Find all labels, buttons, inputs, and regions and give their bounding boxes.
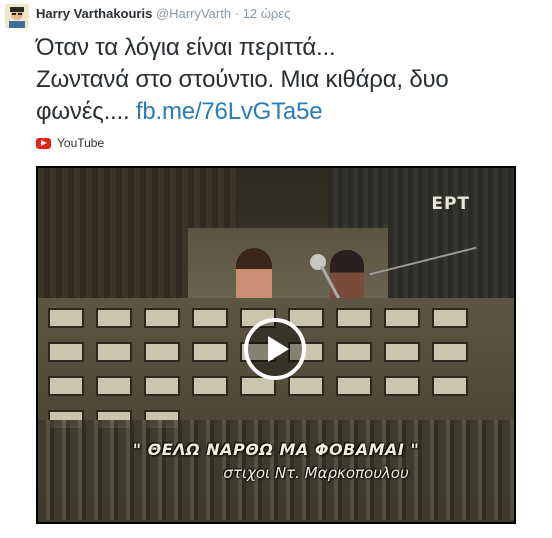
play-icon[interactable]	[244, 318, 306, 380]
vu-meter	[48, 308, 84, 328]
vu-meter	[432, 376, 468, 396]
avatar[interactable]	[5, 4, 29, 28]
vu-meter	[192, 342, 228, 362]
performer-left	[236, 248, 272, 300]
separator: ·	[234, 6, 240, 21]
vu-meter	[144, 342, 180, 362]
vu-meter	[96, 308, 132, 328]
youtube-icon	[36, 137, 51, 149]
video-player[interactable]: ΕΡΤ " ΘΕΛΩ ΝΑΡΘΩ ΜΑ ΦΟΒΑΜΑΙ " στιχοι Ντ.…	[36, 166, 516, 524]
timestamp[interactable]: 12 ώρες	[243, 6, 291, 21]
vu-meter	[48, 376, 84, 396]
vu-meter	[192, 376, 228, 396]
tweet-text-line-2: Ζωντανά στο στούντιο. Μια κιθάρα, δυο	[36, 66, 449, 93]
vu-meter	[288, 376, 324, 396]
vu-meter	[384, 376, 420, 396]
tweet-text-line-3-text: φωνές....	[36, 98, 130, 125]
video-caption-title: " ΘΕΛΩ ΝΑΡΘΩ ΜΑ ΦΟΒΑΜΑΙ "	[132, 440, 420, 459]
video-caption-credits: στιχοι Ντ. Μαρκοπουλου	[223, 464, 409, 482]
tweet-link[interactable]: fb.me/76LvGTa5e	[136, 98, 323, 125]
vu-meter	[384, 308, 420, 328]
vu-meter	[384, 342, 420, 362]
vu-meter	[48, 342, 84, 362]
vu-meter	[336, 342, 372, 362]
channel-watermark: ΕΡΤ	[431, 194, 470, 214]
tweet-header: Harry Varthakouris @HarryVarth · 12 ώρες	[36, 6, 290, 21]
card-source-label[interactable]: YouTube	[57, 136, 104, 150]
vu-meter	[144, 308, 180, 328]
tweet-text-line-3: φωνές.... fb.me/76LvGTa5e	[36, 96, 546, 128]
vu-meter	[144, 376, 180, 396]
tweet-text: Όταν τα λόγια είναι περιττά... Ζωντανά σ…	[36, 32, 546, 128]
vu-meter	[96, 376, 132, 396]
author-name[interactable]: Harry Varthakouris	[36, 6, 152, 21]
vu-meter	[432, 342, 468, 362]
vu-meter	[336, 308, 372, 328]
tweet-text-line-1: Όταν τα λόγια είναι περιττά...	[36, 34, 336, 61]
card-source[interactable]: YouTube	[36, 134, 104, 152]
vu-meter	[96, 342, 132, 362]
vu-meter	[192, 308, 228, 328]
vu-meter	[432, 308, 468, 328]
author-handle[interactable]: @HarryVarth	[156, 6, 231, 21]
vu-meter	[336, 376, 372, 396]
